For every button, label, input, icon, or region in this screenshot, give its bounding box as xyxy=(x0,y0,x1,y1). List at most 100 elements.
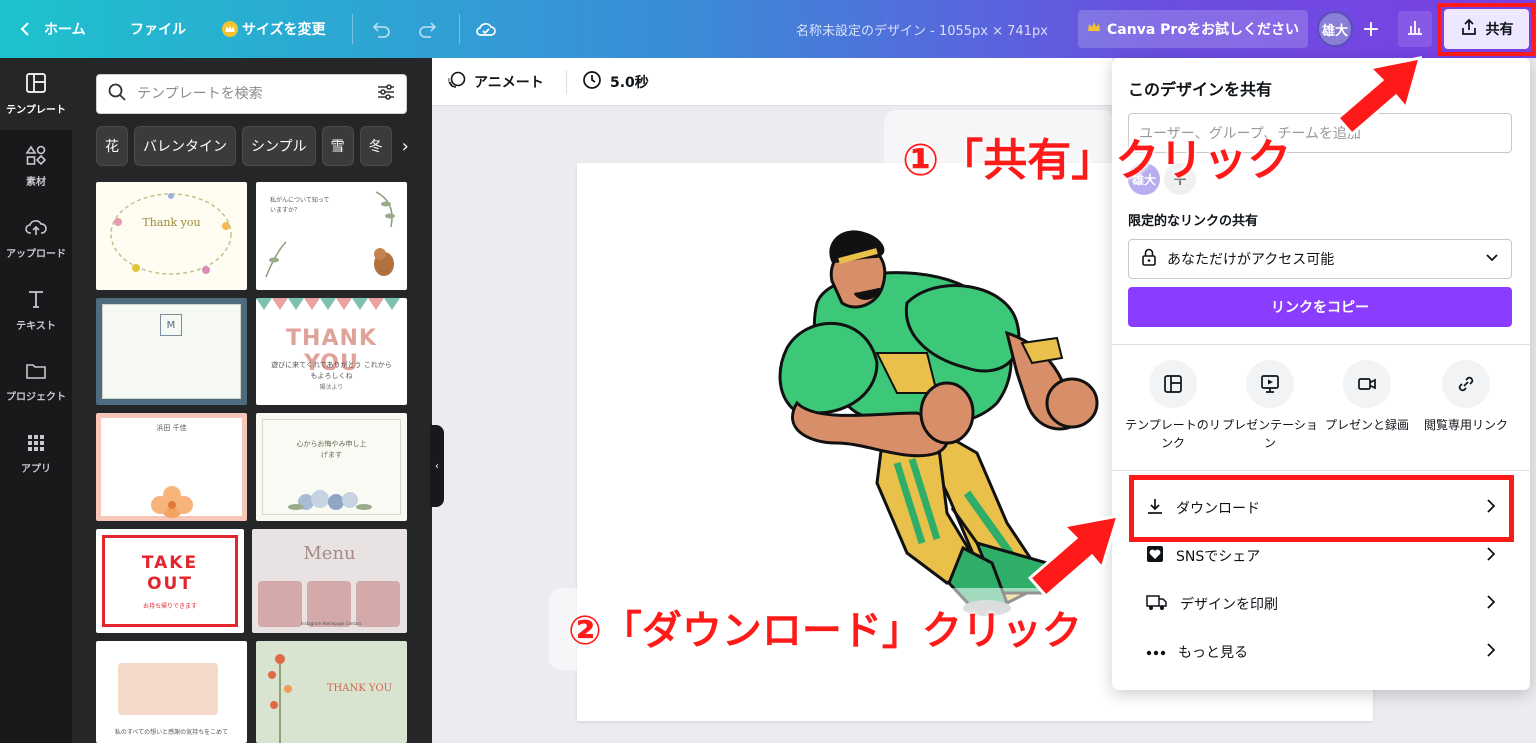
rail-item-projects[interactable]: プロジェクト xyxy=(0,346,72,418)
animate-button[interactable]: アニメート xyxy=(446,70,544,94)
rail-item-apps[interactable]: アプリ xyxy=(0,418,72,490)
view-only-link-option[interactable]: 閲覧専用リンク xyxy=(1416,360,1516,434)
template-title: 心からお悔やみ申し上げます xyxy=(296,440,367,459)
menu-label: SNSでシェア xyxy=(1176,549,1261,565)
option-label: 閲覧専用リンク xyxy=(1423,418,1508,432)
heart-icon xyxy=(1146,545,1164,567)
template-thumbnail[interactable]: M xyxy=(96,298,247,405)
template-thumbnail[interactable]: Thank you xyxy=(96,182,247,290)
template-subtitle: 遊びに来てくれてありがとう これからもよろしくね xyxy=(271,361,392,380)
search-icon xyxy=(107,82,127,106)
resize-label: サイズを変更 xyxy=(242,22,326,38)
animate-icon xyxy=(446,70,466,94)
divider xyxy=(352,14,353,44)
template-thumbnail[interactable]: THANK YOU xyxy=(256,641,407,743)
upload-icon xyxy=(24,216,48,241)
flower-icon xyxy=(151,486,193,518)
option-label: テンプレートのリンク xyxy=(1125,418,1221,450)
print-design-menu-item[interactable]: デザインを印刷 xyxy=(1128,580,1514,628)
template-title: THANK YOU xyxy=(326,683,393,694)
divider xyxy=(1112,470,1530,471)
keyword-chips: 花 バレンタイン シンプル 雪 冬 › xyxy=(96,126,416,166)
chip-keyword[interactable]: 雪 xyxy=(321,126,354,166)
lock-icon xyxy=(1141,248,1157,270)
chip-keyword[interactable]: バレンタイン xyxy=(134,126,236,166)
crown-icon xyxy=(1087,21,1101,37)
template-link-icon xyxy=(1149,360,1197,408)
access-level-value: あなただけがアクセス可能 xyxy=(1167,252,1335,268)
template-title: M xyxy=(160,314,182,336)
template-title: 私のすべての想いと感謝の気持ちをこめて xyxy=(114,729,229,736)
presentation-icon xyxy=(1246,360,1294,408)
rail-label: プロジェクト xyxy=(6,392,66,403)
editor-toolbar: アニメート 5.0秒 xyxy=(432,58,1112,106)
copy-link-button[interactable]: リンクをコピー xyxy=(1128,287,1512,327)
rail-item-elements[interactable]: 素材 xyxy=(0,130,72,202)
chevron-right-icon xyxy=(1486,546,1496,566)
chip-keyword[interactable]: 花 xyxy=(96,126,128,166)
rose-photo xyxy=(118,663,218,715)
leaf-decoration-icon xyxy=(265,191,395,278)
add-member-icon[interactable]: + xyxy=(1355,11,1387,47)
template-title: Thank you xyxy=(142,216,201,229)
option-label: プレゼンテーション xyxy=(1222,418,1318,450)
template-link-option[interactable]: テンプレートのリンク xyxy=(1123,360,1223,452)
elements-icon xyxy=(25,144,47,169)
step2-annotation: ②「ダウンロード」クリック xyxy=(568,608,1082,654)
template-thumbnail[interactable]: 私のすべての想いと感謝の気持ちをこめて xyxy=(96,641,247,743)
try-pro-label: Canva Proをお試しください xyxy=(1107,22,1299,38)
undo-icon[interactable] xyxy=(370,18,392,40)
file-menu-button[interactable]: ファイル xyxy=(130,0,186,58)
template-search-box[interactable] xyxy=(96,74,407,114)
rail-item-text[interactable]: テキスト xyxy=(0,274,72,346)
redo-icon[interactable] xyxy=(417,18,439,40)
see-more-menu-item[interactable]: もっと見る xyxy=(1128,628,1514,676)
templates-panel: 花 バレンタイン シンプル 雪 冬 › Thank you 私がんについて知って… xyxy=(72,58,432,743)
chip-keyword[interactable]: シンプル xyxy=(242,126,316,166)
cloud-saved-icon[interactable] xyxy=(474,17,498,41)
step1-annotation: ①「共有」クリック xyxy=(902,135,1292,186)
home-button[interactable]: ホーム xyxy=(20,0,86,58)
floral-branch-icon xyxy=(268,654,292,743)
chevron-right-icon[interactable]: › xyxy=(398,126,409,166)
folder-icon xyxy=(25,361,47,384)
try-pro-button[interactable]: Canva Proをお試しください xyxy=(1078,10,1308,48)
divider xyxy=(459,14,460,44)
chip-keyword[interactable]: 冬 xyxy=(359,126,392,166)
template-thumbnail[interactable]: 浜田 千佳 xyxy=(96,413,247,521)
rail-label: テンプレート xyxy=(6,105,66,116)
record-icon xyxy=(1343,360,1391,408)
view-link-icon xyxy=(1442,360,1490,408)
share-panel-title: このデザインを共有 xyxy=(1128,80,1273,99)
divider xyxy=(566,70,567,94)
template-icon xyxy=(25,72,47,97)
option-label: プレゼンと録画 xyxy=(1324,418,1409,432)
present-and-record-option[interactable]: プレゼンと録画 xyxy=(1317,360,1417,434)
rail-item-uploads[interactable]: アップロード xyxy=(0,202,72,274)
avatar[interactable]: 雄大 xyxy=(1317,11,1353,47)
template-thumbnail[interactable]: 心からお悔やみ申し上げます xyxy=(256,413,407,521)
divider xyxy=(1112,344,1530,345)
resize-button[interactable]: サイズを変更 xyxy=(222,0,326,58)
template-thumbnail[interactable]: TAKE OUT お持ち帰りできます xyxy=(96,529,244,633)
template-thumbnail[interactable]: 私がんについて知っていますか？ xyxy=(256,182,407,290)
insights-button[interactable] xyxy=(1398,11,1432,47)
presentation-option[interactable]: プレゼンテーション xyxy=(1220,360,1320,452)
rail-item-templates[interactable]: テンプレート xyxy=(0,58,72,130)
search-input[interactable] xyxy=(137,86,366,102)
duration-label: 5.0秒 xyxy=(610,74,649,91)
top-bar: ホーム ファイル サイズを変更 名称未設定のデザイン - 1055px × 74… xyxy=(0,0,1536,58)
template-thumbnail[interactable]: Menu Instagram Homepage Contact xyxy=(252,529,407,633)
design-title[interactable]: 名称未設定のデザイン - 1055px × 741px xyxy=(796,20,1048,39)
duration-button[interactable]: 5.0秒 xyxy=(582,70,649,94)
filter-icon[interactable] xyxy=(376,82,396,106)
animate-label: アニメート xyxy=(474,74,544,91)
template-thumbnail[interactable]: THANK YOU 遊びに来てくれてありがとう これからもよろしくね 陽汰より xyxy=(256,298,407,405)
bar-chart-icon xyxy=(1406,18,1424,40)
link-section-label: 限定的なリンクの共有 xyxy=(1128,214,1259,229)
flower-wreath-icon xyxy=(110,193,232,275)
chevron-down-icon xyxy=(1485,251,1499,267)
collapse-panel-handle[interactable]: ‹ xyxy=(430,425,444,507)
text-icon xyxy=(25,288,47,313)
access-level-select[interactable]: あなただけがアクセス可能 xyxy=(1128,239,1512,279)
